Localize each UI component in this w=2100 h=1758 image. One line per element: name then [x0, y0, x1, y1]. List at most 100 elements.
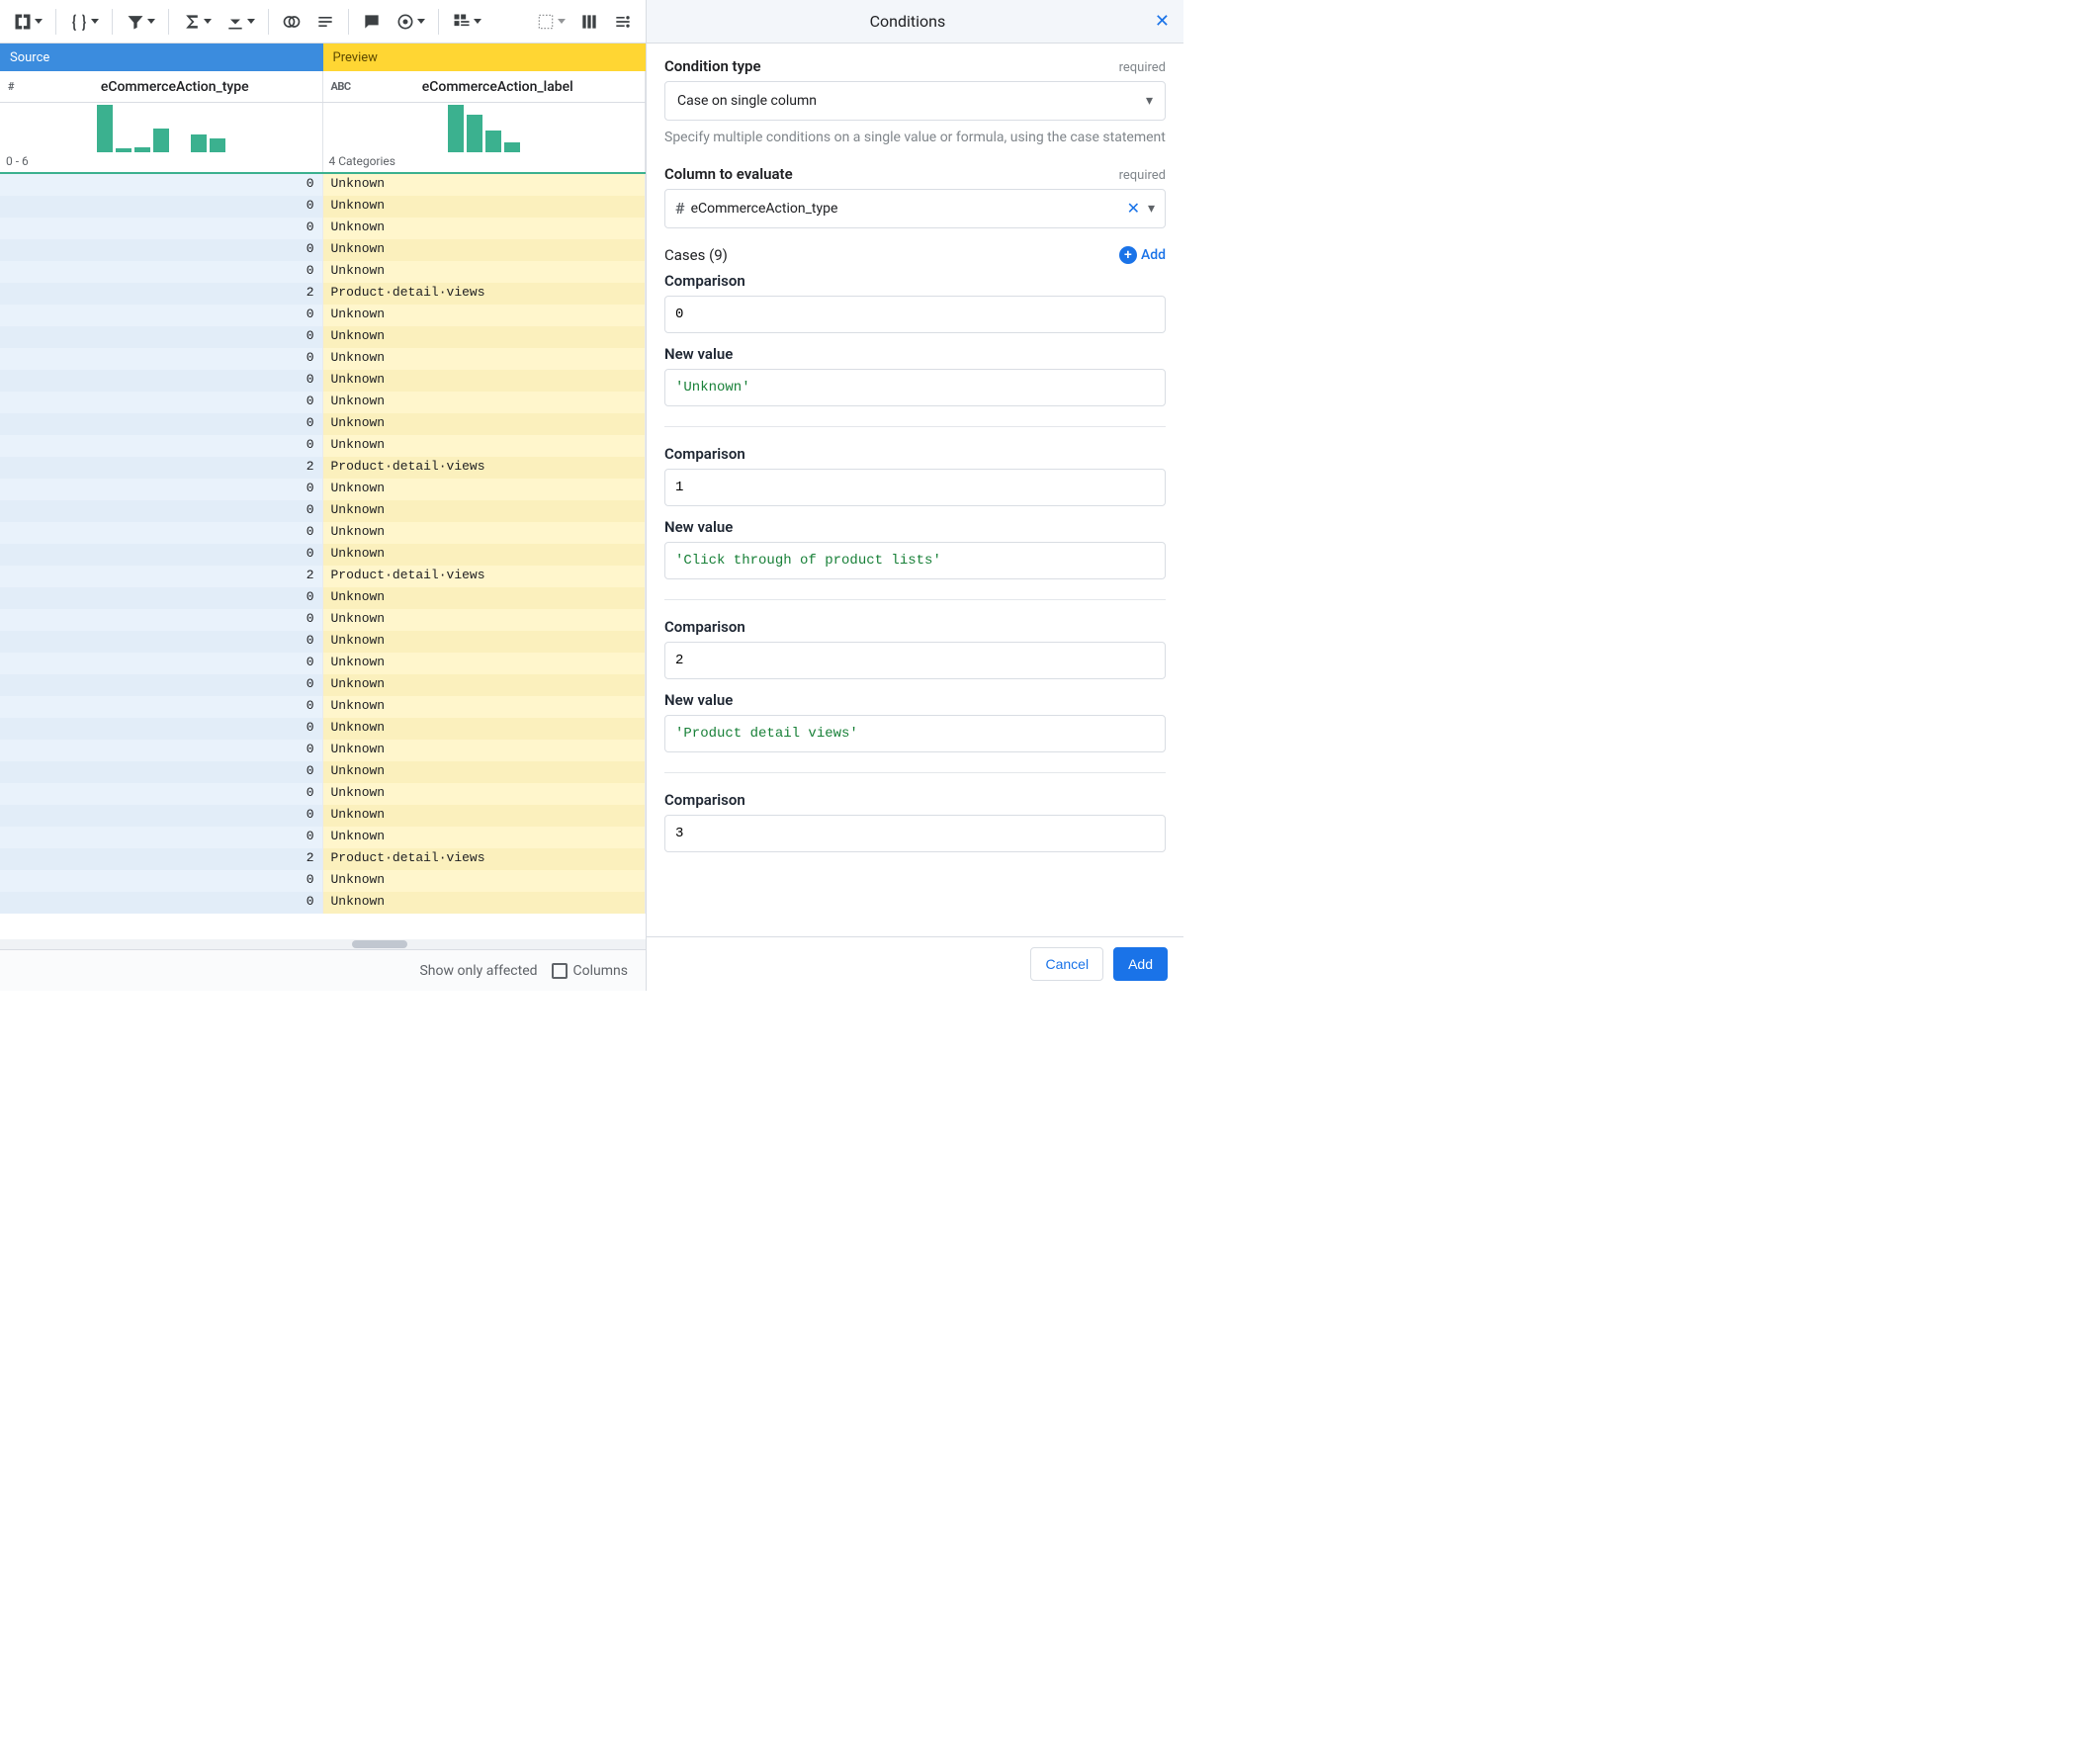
- transform-toolbar: [0, 0, 646, 44]
- histogram-bar: [448, 105, 464, 152]
- formula-button[interactable]: [64, 7, 104, 37]
- horizontal-scrollbar[interactable]: [0, 939, 646, 949]
- select-button[interactable]: [531, 7, 570, 37]
- text-format-button[interactable]: [310, 7, 340, 37]
- table-row[interactable]: 0Unknown: [0, 544, 646, 566]
- merge-button[interactable]: [8, 7, 47, 37]
- data-body[interactable]: 0Unknown0Unknown0Unknown0Unknown0Unknown…: [0, 174, 646, 939]
- join-button[interactable]: [277, 7, 306, 37]
- comparison-input[interactable]: [664, 642, 1166, 679]
- source-tab[interactable]: Source: [0, 44, 323, 71]
- new-value-input[interactable]: [664, 715, 1166, 752]
- table-row[interactable]: 2Product·detail·views: [0, 566, 646, 587]
- source-cell: 0: [0, 174, 323, 196]
- aggregate-button[interactable]: [447, 7, 486, 37]
- preview-profile[interactable]: 4 Categories: [323, 103, 647, 172]
- close-panel-button[interactable]: ✕: [1155, 11, 1170, 32]
- table-row[interactable]: 0Unknown: [0, 761, 646, 783]
- source-cell: 0: [0, 305, 323, 326]
- table-row[interactable]: 0Unknown: [0, 870, 646, 892]
- source-cell: 0: [0, 740, 323, 761]
- table-row[interactable]: 0Unknown: [0, 653, 646, 674]
- required-badge: required: [1119, 60, 1166, 75]
- table-row[interactable]: 0Unknown: [0, 740, 646, 761]
- filter-button[interactable]: [121, 7, 160, 37]
- table-row[interactable]: 0Unknown: [0, 261, 646, 283]
- table-row[interactable]: 0Unknown: [0, 609, 646, 631]
- table-row[interactable]: 0Unknown: [0, 674, 646, 696]
- table-row[interactable]: 0Unknown: [0, 522, 646, 544]
- table-row[interactable]: 2Product·detail·views: [0, 848, 646, 870]
- cancel-button[interactable]: Cancel: [1030, 947, 1103, 981]
- clear-column-button[interactable]: ✕: [1127, 199, 1140, 218]
- comparison-label: Comparison: [664, 445, 1166, 463]
- histogram-bar: [134, 147, 150, 152]
- source-cell: 0: [0, 326, 323, 348]
- chevron-down-icon: ▾: [1148, 201, 1155, 217]
- table-row[interactable]: 0Unknown: [0, 827, 646, 848]
- table-row[interactable]: 2Product·detail·views: [0, 283, 646, 305]
- condition-type-hint: Specify multiple conditions on a single …: [664, 129, 1166, 147]
- sigma-button[interactable]: [177, 7, 217, 37]
- table-row[interactable]: 0Unknown: [0, 174, 646, 196]
- source-cell: 0: [0, 218, 323, 239]
- table-row[interactable]: 0Unknown: [0, 239, 646, 261]
- table-row[interactable]: 0Unknown: [0, 783, 646, 805]
- preview-cell: Unknown: [323, 609, 647, 631]
- table-row[interactable]: 0Unknown: [0, 805, 646, 827]
- table-row[interactable]: 0Unknown: [0, 218, 646, 239]
- columns-toggle[interactable]: Columns: [552, 963, 628, 979]
- case-block: ComparisonNew value: [664, 618, 1166, 773]
- preview-cell: Unknown: [323, 500, 647, 522]
- source-profile-caption: 0 - 6: [6, 154, 316, 168]
- table-row[interactable]: 0Unknown: [0, 413, 646, 435]
- source-cell: 0: [0, 239, 323, 261]
- table-row[interactable]: 0Unknown: [0, 435, 646, 457]
- column-to-evaluate-select[interactable]: # eCommerceAction_type ✕ ▾: [664, 189, 1166, 228]
- comment-button[interactable]: [357, 7, 387, 37]
- add-case-button[interactable]: + Add: [1119, 246, 1166, 264]
- table-row[interactable]: 0Unknown: [0, 348, 646, 370]
- table-row[interactable]: 0Unknown: [0, 696, 646, 718]
- preview-cell: Unknown: [323, 761, 647, 783]
- table-row[interactable]: 0Unknown: [0, 196, 646, 218]
- table-row[interactable]: 0Unknown: [0, 370, 646, 392]
- table-row[interactable]: 2Product·detail·views: [0, 457, 646, 479]
- preview-cell: Unknown: [323, 392, 647, 413]
- source-profile[interactable]: 0 - 6: [0, 103, 323, 172]
- preview-column-name: eCommerceAction_label: [359, 79, 638, 95]
- add-button[interactable]: Add: [1113, 947, 1168, 981]
- comparison-input[interactable]: [664, 469, 1166, 506]
- target-button[interactable]: [391, 7, 430, 37]
- comparison-input[interactable]: [664, 815, 1166, 852]
- table-row[interactable]: 0Unknown: [0, 392, 646, 413]
- comparison-input[interactable]: [664, 296, 1166, 333]
- preview-cell: Unknown: [323, 653, 647, 674]
- condition-type-select[interactable]: Case on single column ▾: [664, 81, 1166, 121]
- preview-cell: Unknown: [323, 718, 647, 740]
- column-menu-button[interactable]: [574, 7, 604, 37]
- panel-title: Conditions: [660, 12, 1155, 31]
- table-row[interactable]: 0Unknown: [0, 587, 646, 609]
- table-row[interactable]: 0Unknown: [0, 326, 646, 348]
- table-row[interactable]: 0Unknown: [0, 718, 646, 740]
- source-cell: 2: [0, 848, 323, 870]
- table-row[interactable]: 0Unknown: [0, 305, 646, 326]
- preview-cell: Unknown: [323, 370, 647, 392]
- table-row[interactable]: 0Unknown: [0, 479, 646, 500]
- table-row[interactable]: 0Unknown: [0, 500, 646, 522]
- pivot-button[interactable]: [220, 7, 260, 37]
- preview-column-header[interactable]: ABC eCommerceAction_label: [323, 71, 647, 102]
- case-divider: [664, 426, 1166, 427]
- case-block: ComparisonNew value: [664, 272, 1166, 427]
- table-row[interactable]: 0Unknown: [0, 892, 646, 914]
- preview-cell: Unknown: [323, 218, 647, 239]
- new-value-input[interactable]: [664, 369, 1166, 406]
- source-column-header[interactable]: # eCommerceAction_type: [0, 71, 323, 102]
- new-value-input[interactable]: [664, 542, 1166, 579]
- preview-tab[interactable]: Preview: [323, 44, 647, 71]
- source-cell: 0: [0, 435, 323, 457]
- preview-cell: Unknown: [323, 587, 647, 609]
- display-settings-button[interactable]: [608, 7, 638, 37]
- table-row[interactable]: 0Unknown: [0, 631, 646, 653]
